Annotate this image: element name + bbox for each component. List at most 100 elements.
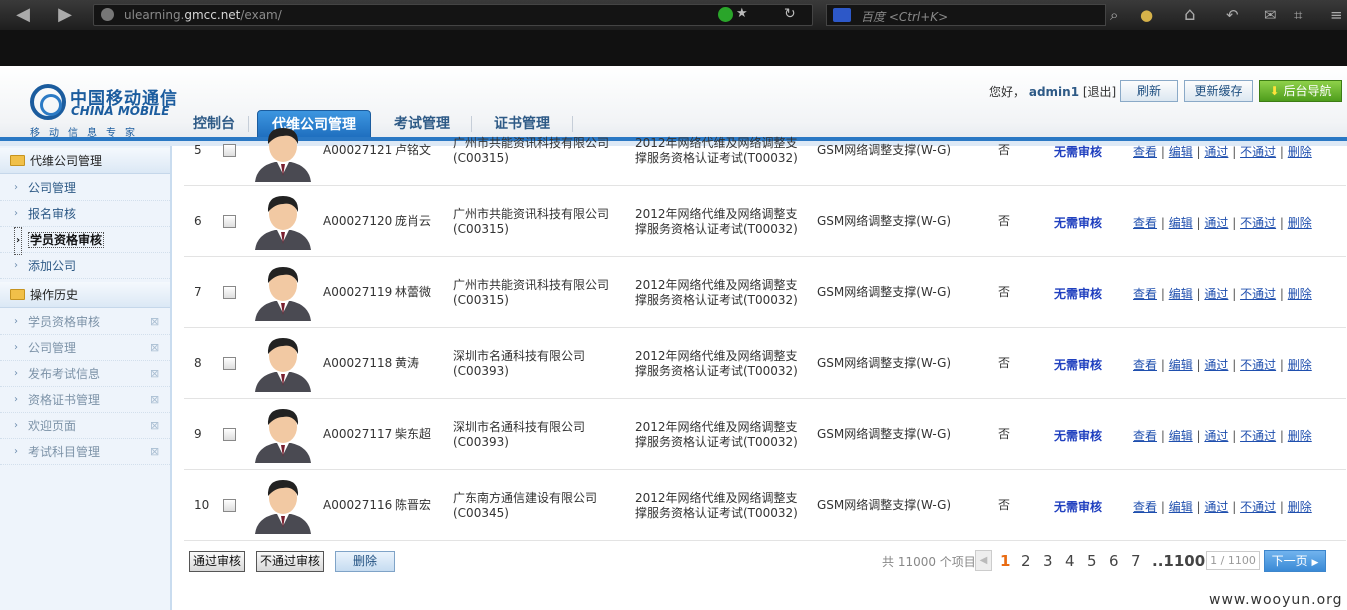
history-item[interactable]: › 学员资格审核 ⊠ [0,309,170,335]
pass-link[interactable]: 通过 [1204,145,1228,159]
tab-divider [248,116,249,132]
reject-link[interactable]: 不通过 [1240,358,1276,372]
arrow-right-icon: › [14,227,23,255]
history-item[interactable]: › 欢迎页面 ⊠ [0,413,170,439]
view-link[interactable]: 查看 [1133,145,1157,159]
watermark: www.wooyun.org [1209,592,1343,608]
page-link[interactable]: 5 [1087,552,1097,570]
menu-icon[interactable]: ≡ [1330,5,1343,25]
arrow-right-icon: › [14,420,18,431]
row-checkbox[interactable] [223,215,236,228]
forward-icon[interactable]: ▶ [48,3,82,27]
row-checkbox[interactable] [223,499,236,512]
pass-link[interactable]: 通过 [1204,429,1228,443]
reject-link[interactable]: 不通过 [1240,216,1276,230]
row-checkbox[interactable] [223,357,236,370]
sidebar-item-add-company[interactable]: › 添加公司 [0,253,170,279]
chat-icon[interactable]: ✉ [1264,5,1277,25]
refresh-button[interactable]: 刷新 [1120,80,1178,102]
reject-button[interactable]: 不通过审核 [256,551,325,572]
student-name: 林蕾微 [395,285,432,299]
row-checkbox[interactable] [223,144,236,157]
close-icon[interactable]: ⊠ [150,413,159,439]
delete-link[interactable]: 删除 [1288,287,1312,301]
sidebar-item-registration-review[interactable]: › 报名审核 [0,201,170,227]
exam-type: GSM网络调整支撑(W-G) [817,143,952,157]
addon-icon[interactable]: ● [1140,5,1153,25]
edit-link[interactable]: 编辑 [1169,358,1193,372]
back-icon[interactable]: ◀ [6,3,40,27]
page-link[interactable]: 2 [1021,552,1031,570]
row-checkbox[interactable] [223,286,236,299]
history-item[interactable]: › 考试科目管理 ⊠ [0,439,170,465]
sidebar-item-company-management[interactable]: › 公司管理 [0,175,170,201]
page-link[interactable]: 7 [1131,552,1141,570]
page-link[interactable]: 1 [1000,552,1010,570]
sidebar-item-student-qualification-review[interactable]: › 学员资格审核 [0,227,170,255]
reload-icon[interactable]: ↻ [784,6,796,22]
page-link-last[interactable]: ..1100 [1152,552,1205,570]
edit-link[interactable]: 编辑 [1169,216,1193,230]
arrow-right-icon: › [14,208,18,219]
star-icon[interactable]: ★ [736,6,748,21]
sidebar: 代维公司管理 › 公司管理 › 报名审核 › 学员资格审核 › 添加公司 操作历史 › 学… [0,146,172,610]
arrow-down-icon: ⬇ [1269,84,1280,98]
pass-link[interactable]: 通过 [1204,500,1228,514]
delete-link[interactable]: 删除 [1288,216,1312,230]
pass-link[interactable]: 通过 [1204,216,1228,230]
undo-icon[interactable]: ↶ [1226,5,1239,25]
delete-link[interactable]: 删除 [1288,145,1312,159]
history-item[interactable]: › 发布考试信息 ⊠ [0,361,170,387]
delete-button[interactable]: 删除 [335,551,395,572]
tab-exam-management[interactable]: 考试管理 [384,110,460,138]
pass-link[interactable]: 通过 [1204,287,1228,301]
delete-link[interactable]: 删除 [1288,358,1312,372]
close-icon[interactable]: ⊠ [150,309,159,335]
approve-button[interactable]: 通过审核 [189,551,246,572]
sidebar-section-company[interactable]: 代维公司管理 [0,148,170,174]
tab-console[interactable]: 控制台 [182,110,246,138]
edit-link[interactable]: 编辑 [1169,287,1193,301]
close-icon[interactable]: ⊠ [150,335,159,361]
view-link[interactable]: 查看 [1133,429,1157,443]
tab-certificate-management[interactable]: 证书管理 [484,110,560,138]
edit-link[interactable]: 编辑 [1169,145,1193,159]
view-link[interactable]: 查看 [1133,216,1157,230]
china-mobile-logo-icon [30,84,66,120]
view-link[interactable]: 查看 [1133,287,1157,301]
history-item[interactable]: › 公司管理 ⊠ [0,335,170,361]
page-jump-input[interactable]: 1 / 1100 [1206,551,1260,570]
edit-link[interactable]: 编辑 [1169,500,1193,514]
page-link[interactable]: 4 [1065,552,1075,570]
sidebar-section-history[interactable]: 操作历史 [0,282,170,308]
crop-icon[interactable]: ⌗ [1294,5,1302,25]
go-icon[interactable] [718,7,733,22]
edit-link[interactable]: 编辑 [1169,429,1193,443]
reject-link[interactable]: 不通过 [1240,287,1276,301]
home-icon[interactable]: ⌂ [1184,5,1195,25]
prev-page-icon[interactable]: ◀ [975,550,992,571]
view-link[interactable]: 查看 [1133,500,1157,514]
reject-link[interactable]: 不通过 [1240,500,1276,514]
reject-link[interactable]: 不通过 [1240,145,1276,159]
reject-link[interactable]: 不通过 [1240,429,1276,443]
row-checkbox[interactable] [223,428,236,441]
admin-nav-button[interactable]: ⬇ 后台导航 [1259,80,1342,102]
view-link[interactable]: 查看 [1133,358,1157,372]
delete-link[interactable]: 删除 [1288,429,1312,443]
exam-name: 2012年网络代维及网络调整支 撑服务资格认证考试(T00032) [635,207,798,236]
update-cache-button[interactable]: 更新缓存 [1184,80,1253,102]
history-item[interactable]: › 资格证书管理 ⊠ [0,387,170,413]
next-page-button[interactable]: 下一页 ▶ [1264,550,1326,572]
search-bar[interactable]: 百度 <Ctrl+K> [826,4,1106,26]
close-icon[interactable]: ⊠ [150,387,159,413]
page-link[interactable]: 3 [1043,552,1053,570]
page-link[interactable]: 6 [1109,552,1119,570]
pass-link[interactable]: 通过 [1204,358,1228,372]
logout-link[interactable]: [退出] [1083,85,1116,99]
close-icon[interactable]: ⊠ [150,361,159,387]
close-icon[interactable]: ⊠ [150,439,159,465]
address-bar[interactable]: ulearning.gmcc.net/exam/ ★ ↻ [93,4,813,26]
delete-link[interactable]: 删除 [1288,500,1312,514]
search-icon[interactable]: ⌕ [1110,5,1118,25]
